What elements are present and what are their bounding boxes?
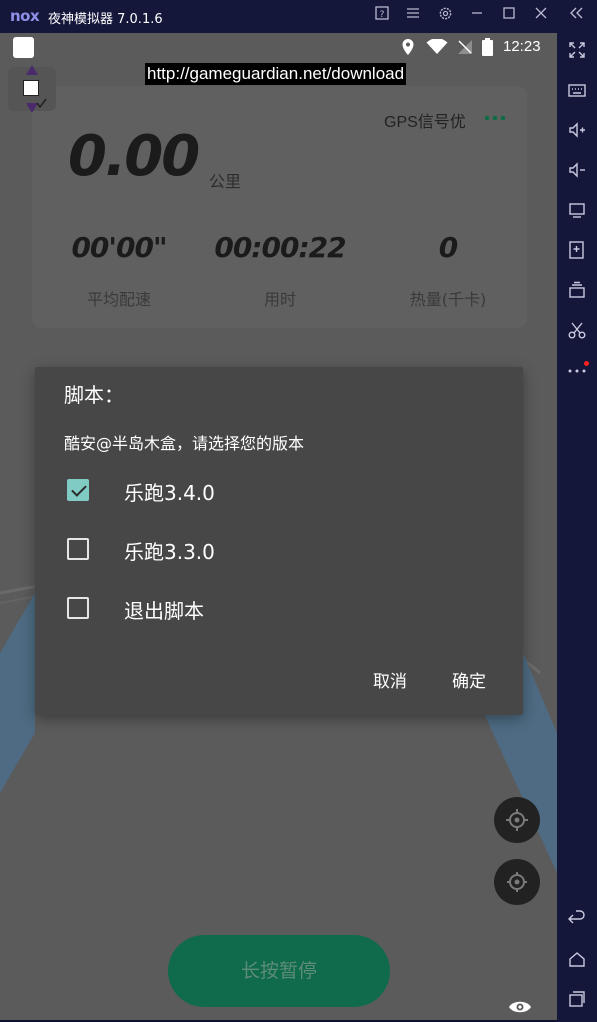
recents-icon[interactable] (565, 989, 589, 1013)
window-title: 夜神模拟器 7.0.1.6 (48, 12, 163, 27)
volume-up-icon[interactable] (565, 120, 589, 144)
checkbox-unchecked[interactable] (67, 597, 89, 619)
scissors-icon[interactable] (565, 320, 589, 344)
pace-value: 00'00" (71, 231, 167, 264)
keyboard-icon[interactable] (565, 80, 589, 104)
option-label: 退出脚本 (124, 599, 204, 623)
svg-text:?: ? (380, 10, 385, 20)
option-exit-script[interactable]: 退出脚本 (67, 587, 487, 627)
long-press-pause-button[interactable]: 长按暂停 (168, 935, 390, 1007)
dialog-message: 酷安@半岛木盒，请选择您的版本 (64, 434, 305, 453)
emulator-titlebar: nox 夜神模拟器 7.0.1.6 ? (0, 0, 597, 33)
notification-dot (584, 361, 589, 366)
settings-icon[interactable] (435, 6, 455, 26)
checkbox-checked[interactable] (67, 479, 89, 501)
duration-label: 用时 (263, 290, 296, 309)
multi-instance-icon[interactable] (565, 280, 589, 304)
pace-label: 平均配速 (86, 290, 151, 309)
fullscreen-icon[interactable] (565, 40, 589, 64)
screen-icon[interactable] (565, 200, 589, 224)
run-stats-card: 0.00 公里 GPS信号优 00'00" 平均配速 00:00:22 用时 0… (32, 86, 527, 328)
calories-value: 0 (438, 231, 458, 264)
locate-me-button[interactable] (494, 859, 540, 905)
distance-value: 0.00 (68, 124, 200, 189)
close-icon[interactable] (531, 6, 551, 26)
cancel-button[interactable]: 取消 (373, 667, 407, 692)
help-icon[interactable]: ? (372, 6, 392, 26)
compass-button[interactable] (494, 797, 540, 843)
status-time: 12:23 (503, 38, 541, 55)
option-lepao-330[interactable]: 乐跑3.3.0 (67, 528, 487, 568)
duration-value: 00:00:22 (214, 231, 346, 264)
gameguardian-url: http://gameguardian.net/download (145, 63, 407, 85)
maximize-icon[interactable] (499, 6, 519, 26)
home-icon[interactable] (565, 949, 589, 973)
option-label: 乐跑3.3.0 (124, 540, 215, 564)
apk-install-icon[interactable] (565, 240, 589, 264)
more-icon[interactable] (565, 359, 589, 383)
locate-icon (507, 872, 527, 892)
confirm-button[interactable]: 确定 (452, 667, 486, 692)
location-icon (401, 38, 415, 60)
compass-icon (506, 809, 528, 831)
battery-icon (482, 38, 493, 60)
more-options-icon[interactable] (484, 103, 506, 127)
eye-icon[interactable] (508, 999, 532, 1013)
no-signal-icon (457, 39, 473, 59)
nox-logo: nox (10, 7, 40, 25)
menu-icon[interactable] (403, 6, 423, 26)
android-statusbar: 12:23 (0, 33, 557, 61)
wifi-icon (426, 38, 448, 59)
android-screen: 12:23 0.00 公里 GPS信号优 00'00" 平均配速 00:00:2… (0, 33, 557, 1020)
gps-status: GPS信号优 (384, 114, 466, 131)
script-select-dialog: 脚本： 酷安@半岛木盒，请选择您的版本 乐跑3.4.0 乐跑3.3.0 退出脚本… (35, 367, 523, 715)
option-label: 乐跑3.4.0 (124, 481, 215, 505)
app-notification-icon (13, 37, 34, 58)
calories-label: 热量(千卡) (409, 290, 487, 309)
collapse-sidebar-icon[interactable] (566, 6, 586, 26)
dialog-title: 脚本： (64, 383, 124, 407)
checkbox-unchecked[interactable] (67, 538, 89, 560)
volume-down-icon[interactable] (565, 160, 589, 184)
back-icon[interactable] (565, 909, 589, 933)
distance-unit: 公里 (209, 172, 242, 191)
gameguardian-icon (23, 80, 39, 96)
emulator-sidebar (557, 33, 597, 1022)
option-lepao-340[interactable]: 乐跑3.4.0 (67, 469, 487, 509)
minimize-icon[interactable] (467, 6, 487, 26)
gameguardian-float-button[interactable] (8, 65, 56, 113)
